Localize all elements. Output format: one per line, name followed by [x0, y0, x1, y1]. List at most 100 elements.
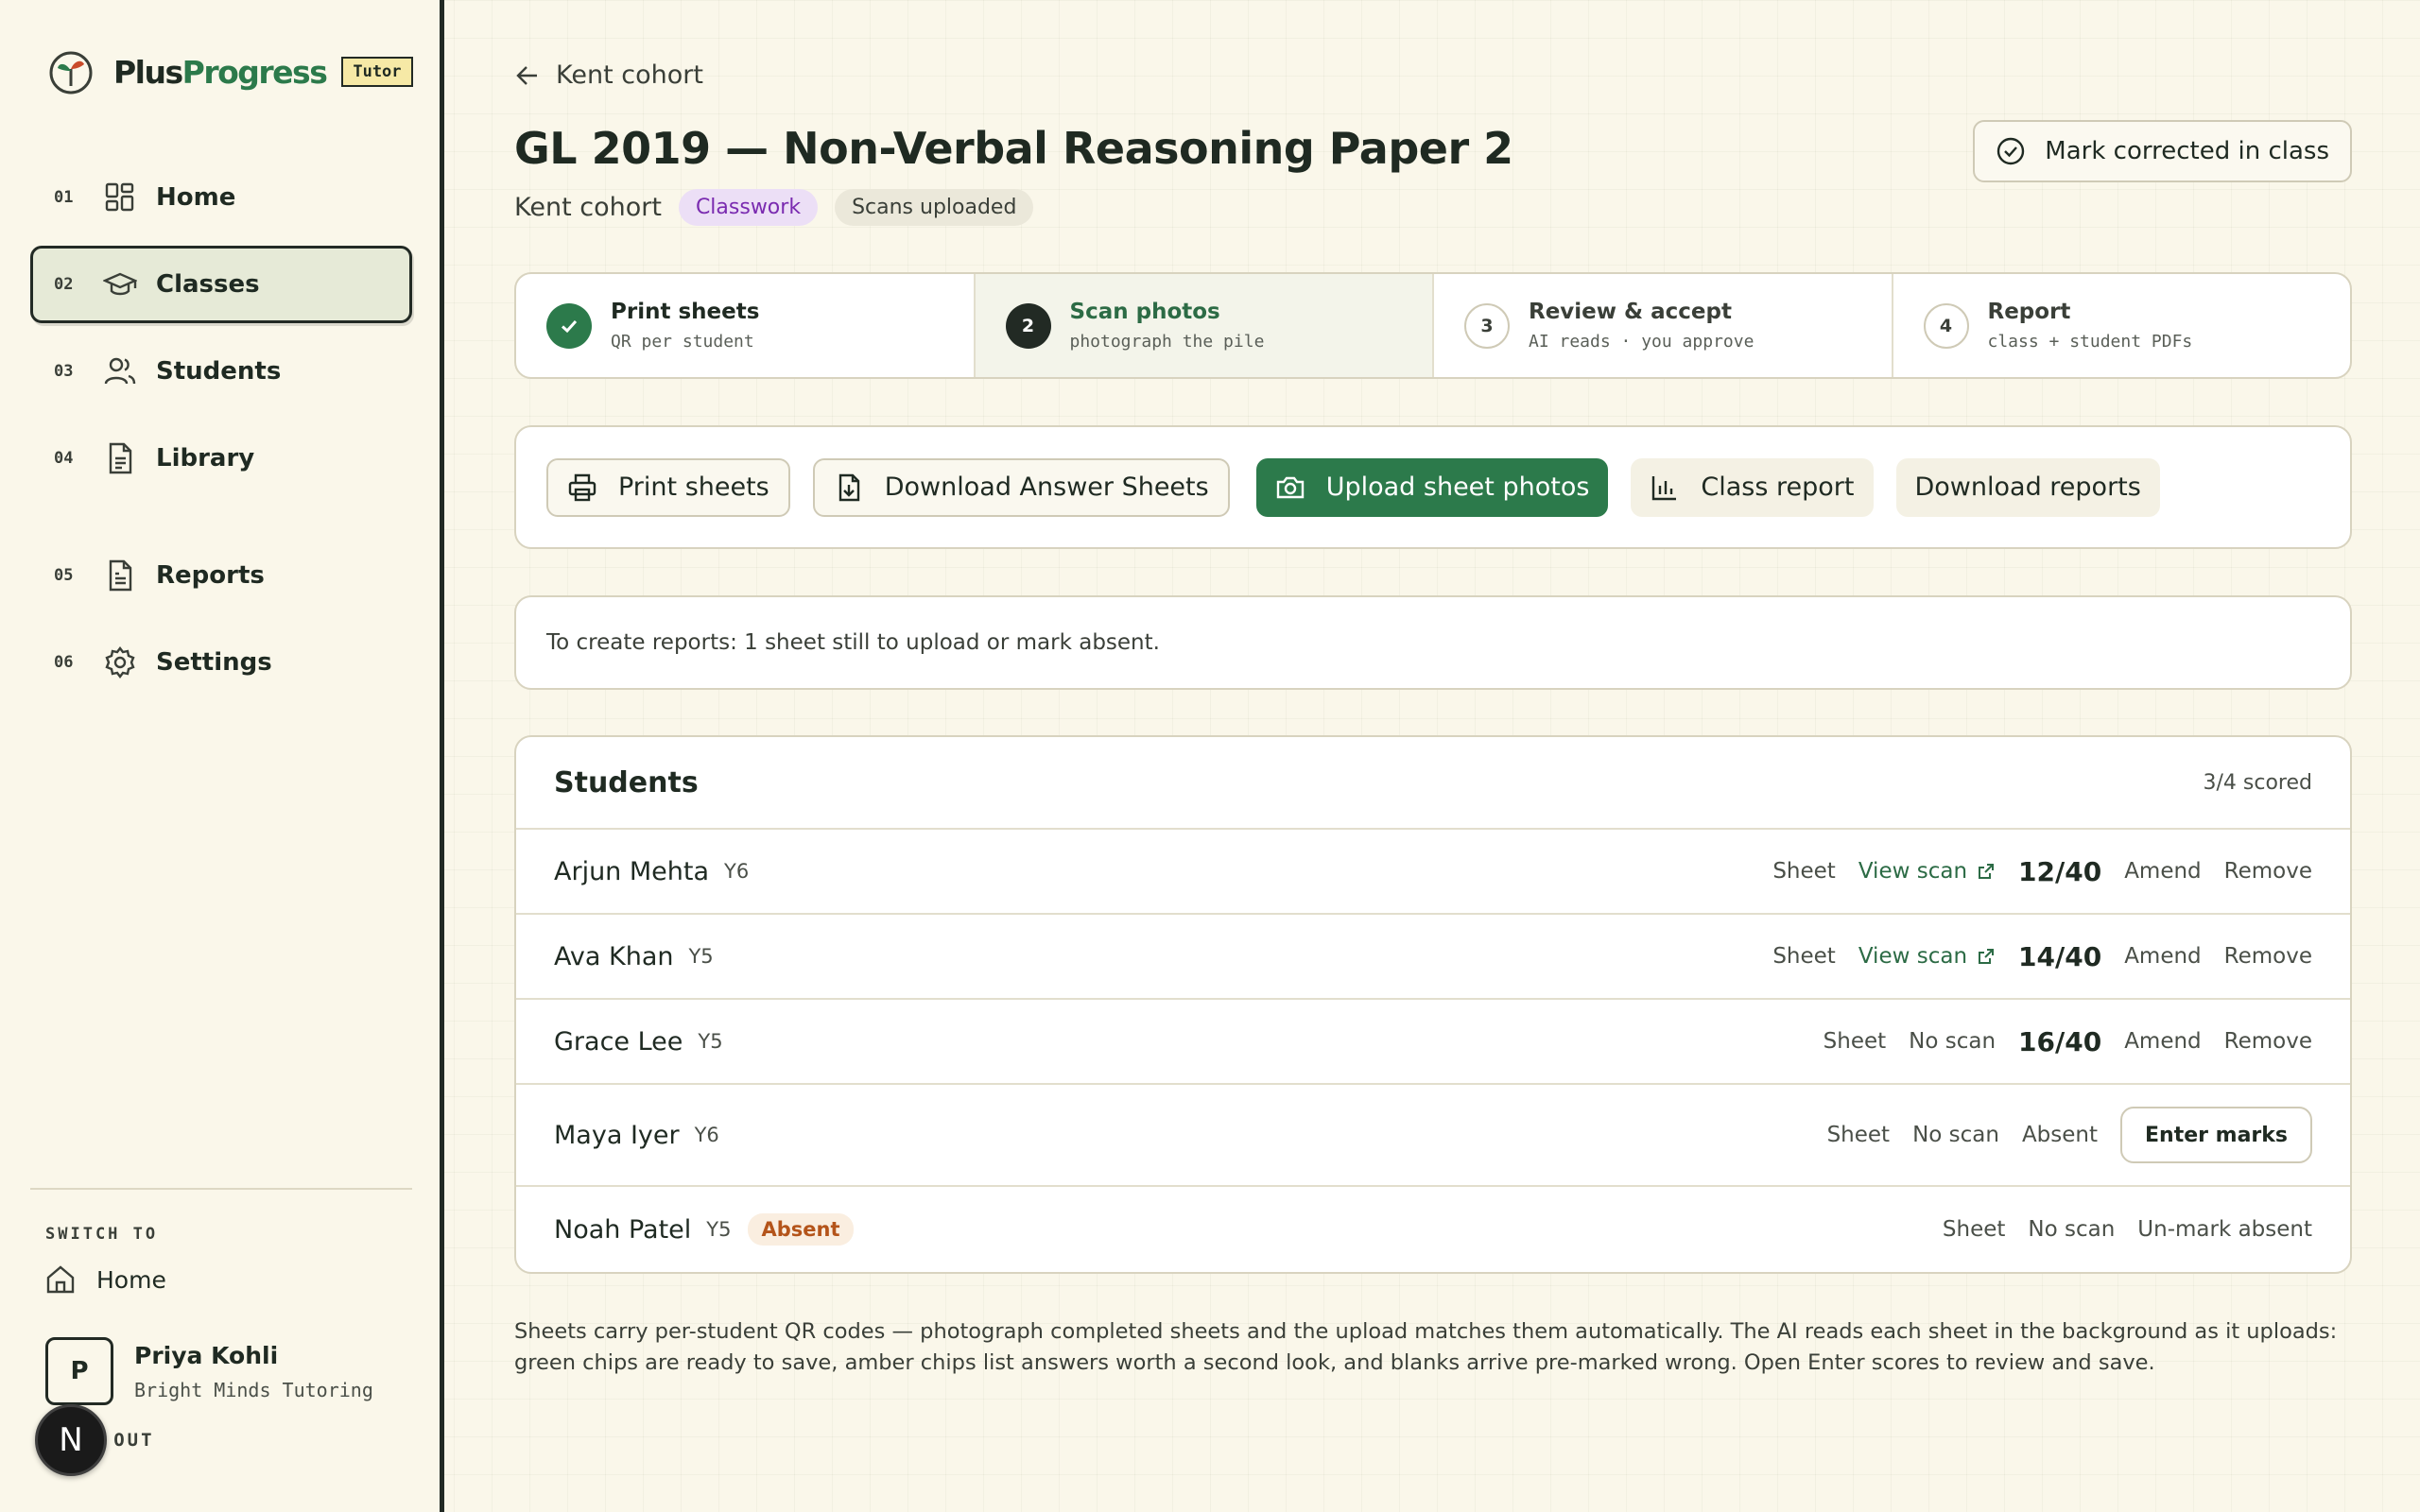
- student-year: Y5: [706, 1218, 732, 1241]
- user-profile[interactable]: P Priya Kohli Bright Minds Tutoring: [45, 1337, 373, 1405]
- step-done-indicator: [546, 302, 592, 349]
- switch-home-label: Home: [96, 1265, 166, 1294]
- amend-button[interactable]: Amend: [2124, 944, 2201, 969]
- step-subtitle: class + student PDFs: [1987, 332, 2193, 352]
- step-number: 2: [1005, 302, 1051, 349]
- sidebar-item-settings[interactable]: 06 Settings: [30, 624, 412, 701]
- step-report[interactable]: 4 Report class + student PDFs: [1893, 274, 2351, 377]
- step-title: Review & accept: [1529, 300, 1732, 324]
- nav-number: 01: [54, 188, 74, 207]
- step-review-accept[interactable]: 3 Review & accept AI reads · you approve: [1434, 274, 1893, 377]
- student-score: 16/40: [2018, 1025, 2102, 1057]
- check-circle-icon: [1997, 137, 2025, 165]
- sheet-link[interactable]: Sheet: [1772, 944, 1836, 969]
- table-row: Arjun Mehta Y6 Sheet View scan 12/40 Ame…: [516, 830, 2350, 915]
- plant-logo-icon: [49, 51, 93, 94]
- step-number: 3: [1464, 302, 1510, 349]
- step-scan-photos[interactable]: 2 Scan photos photograph the pile: [975, 274, 1434, 377]
- class-report-button[interactable]: Class report: [1631, 457, 1874, 517]
- upload-sheet-photos-label: Upload sheet photos: [1325, 472, 1590, 502]
- brand-tag: Tutor: [341, 57, 413, 87]
- action-toolbar: Print sheets Download Answer Sheets Uplo…: [514, 425, 2352, 549]
- nav-label: Library: [156, 444, 255, 472]
- bar-chart-icon: [1652, 475, 1677, 500]
- scan-status: No scan: [1912, 1123, 1999, 1147]
- user-org: Bright Minds Tutoring: [134, 1378, 373, 1401]
- workflow-stepper: Print sheets QR per student 2 Scan photo…: [514, 272, 2352, 379]
- sidebar-divider: [30, 1188, 412, 1190]
- sheet-link[interactable]: Sheet: [1827, 1123, 1891, 1147]
- table-row: Grace Lee Y5 Sheet No scan 16/40 Amend R…: [516, 1000, 2350, 1085]
- view-scan-link[interactable]: View scan: [1858, 859, 1996, 884]
- unmark-absent-button[interactable]: Un-mark absent: [2137, 1217, 2312, 1242]
- report-icon: [109, 559, 132, 592]
- grid-icon: [105, 182, 134, 212]
- view-scan-link[interactable]: View scan: [1858, 944, 1996, 969]
- cohort-name: Kent cohort: [514, 193, 662, 222]
- house-icon: [46, 1265, 75, 1294]
- nav-label: Students: [156, 357, 282, 386]
- view-scan-label: View scan: [1858, 859, 1968, 884]
- print-sheets-button[interactable]: Print sheets: [546, 457, 790, 517]
- amend-button[interactable]: Amend: [2124, 859, 2201, 884]
- remove-button[interactable]: Remove: [2224, 859, 2312, 884]
- switch-to-home[interactable]: Home: [45, 1264, 166, 1295]
- sheet-link[interactable]: Sheet: [1943, 1217, 2006, 1242]
- class-report-label: Class report: [1701, 472, 1855, 502]
- back-link[interactable]: Kent cohort: [514, 60, 703, 90]
- user-name: Priya Kohli: [134, 1341, 279, 1369]
- arrow-left-icon: [516, 65, 537, 85]
- sidebar-item-home[interactable]: 01 Home: [30, 159, 412, 236]
- status-chip: Scans uploaded: [835, 189, 1034, 226]
- students-title: Students: [554, 765, 699, 799]
- classwork-chip: Classwork: [678, 189, 819, 226]
- camera-icon: [1276, 476, 1304, 498]
- student-name: Ava Khan: [554, 941, 674, 971]
- table-row: Noah Patel Y5 Absent Sheet No scan Un-ma…: [516, 1187, 2350, 1272]
- student-name: Arjun Mehta: [554, 856, 710, 886]
- reports-notice: To create reports: 1 sheet still to uplo…: [514, 595, 2352, 690]
- avatar: P: [45, 1337, 113, 1405]
- sheet-link[interactable]: Sheet: [1772, 859, 1836, 884]
- external-link-icon: [1979, 864, 1995, 879]
- sidebar-item-students[interactable]: 03 Students: [30, 333, 412, 410]
- nav-number: 06: [54, 653, 74, 672]
- graduation-cap-icon: [103, 272, 137, 296]
- upload-sheet-photos-button[interactable]: Upload sheet photos: [1255, 457, 1609, 517]
- step-subtitle: QR per student: [611, 332, 754, 352]
- nav-label: Home: [156, 183, 236, 212]
- sidebar-item-classes[interactable]: 02 Classes: [30, 246, 412, 323]
- download-reports-button[interactable]: Download reports: [1895, 457, 2160, 517]
- scored-count: 3/4 scored: [2203, 770, 2312, 795]
- sheet-link[interactable]: Sheet: [1824, 1029, 1887, 1054]
- switch-to-heading: SWITCH TO: [45, 1225, 159, 1244]
- scan-status: No scan: [1909, 1029, 1996, 1054]
- nav-number: 04: [54, 449, 74, 468]
- page-title: GL 2019 — Non-Verbal Reasoning Paper 2: [514, 123, 1513, 174]
- brand[interactable]: PlusProgress Tutor: [47, 47, 413, 96]
- gear-icon: [105, 646, 135, 679]
- step-print-sheets[interactable]: Print sheets QR per student: [516, 274, 976, 377]
- page-subline: Kent cohort Classwork Scans uploaded: [514, 189, 1050, 226]
- remove-button[interactable]: Remove: [2224, 1029, 2312, 1054]
- student-score: 14/40: [2018, 940, 2102, 972]
- sidebar: PlusProgress Tutor 01 Home 02 Classes 03…: [0, 0, 444, 1512]
- check-icon: [561, 319, 578, 333]
- sidebar-item-library[interactable]: 04 Library: [30, 420, 412, 497]
- download-answer-sheets-button[interactable]: Download Answer Sheets: [812, 457, 1230, 517]
- step-subtitle: AI reads · you approve: [1529, 332, 1754, 352]
- student-year: Y6: [724, 860, 750, 883]
- nav-number: 02: [54, 275, 74, 294]
- sidebar-item-reports[interactable]: 05 Reports: [30, 537, 412, 614]
- step-number: 4: [1923, 302, 1969, 349]
- remove-button[interactable]: Remove: [2224, 944, 2312, 969]
- student-score: 12/40: [2018, 855, 2102, 887]
- mark-absent-button[interactable]: Absent: [2022, 1123, 2098, 1147]
- print-sheets-label: Print sheets: [618, 472, 769, 502]
- amend-button[interactable]: Amend: [2124, 1029, 2201, 1054]
- mark-corrected-button[interactable]: Mark corrected in class: [1973, 120, 2352, 182]
- nav-label: Classes: [156, 270, 260, 299]
- enter-marks-button[interactable]: Enter marks: [2120, 1107, 2312, 1163]
- dev-tools-badge[interactable]: N: [35, 1404, 107, 1476]
- nav-label: Reports: [156, 561, 265, 590]
